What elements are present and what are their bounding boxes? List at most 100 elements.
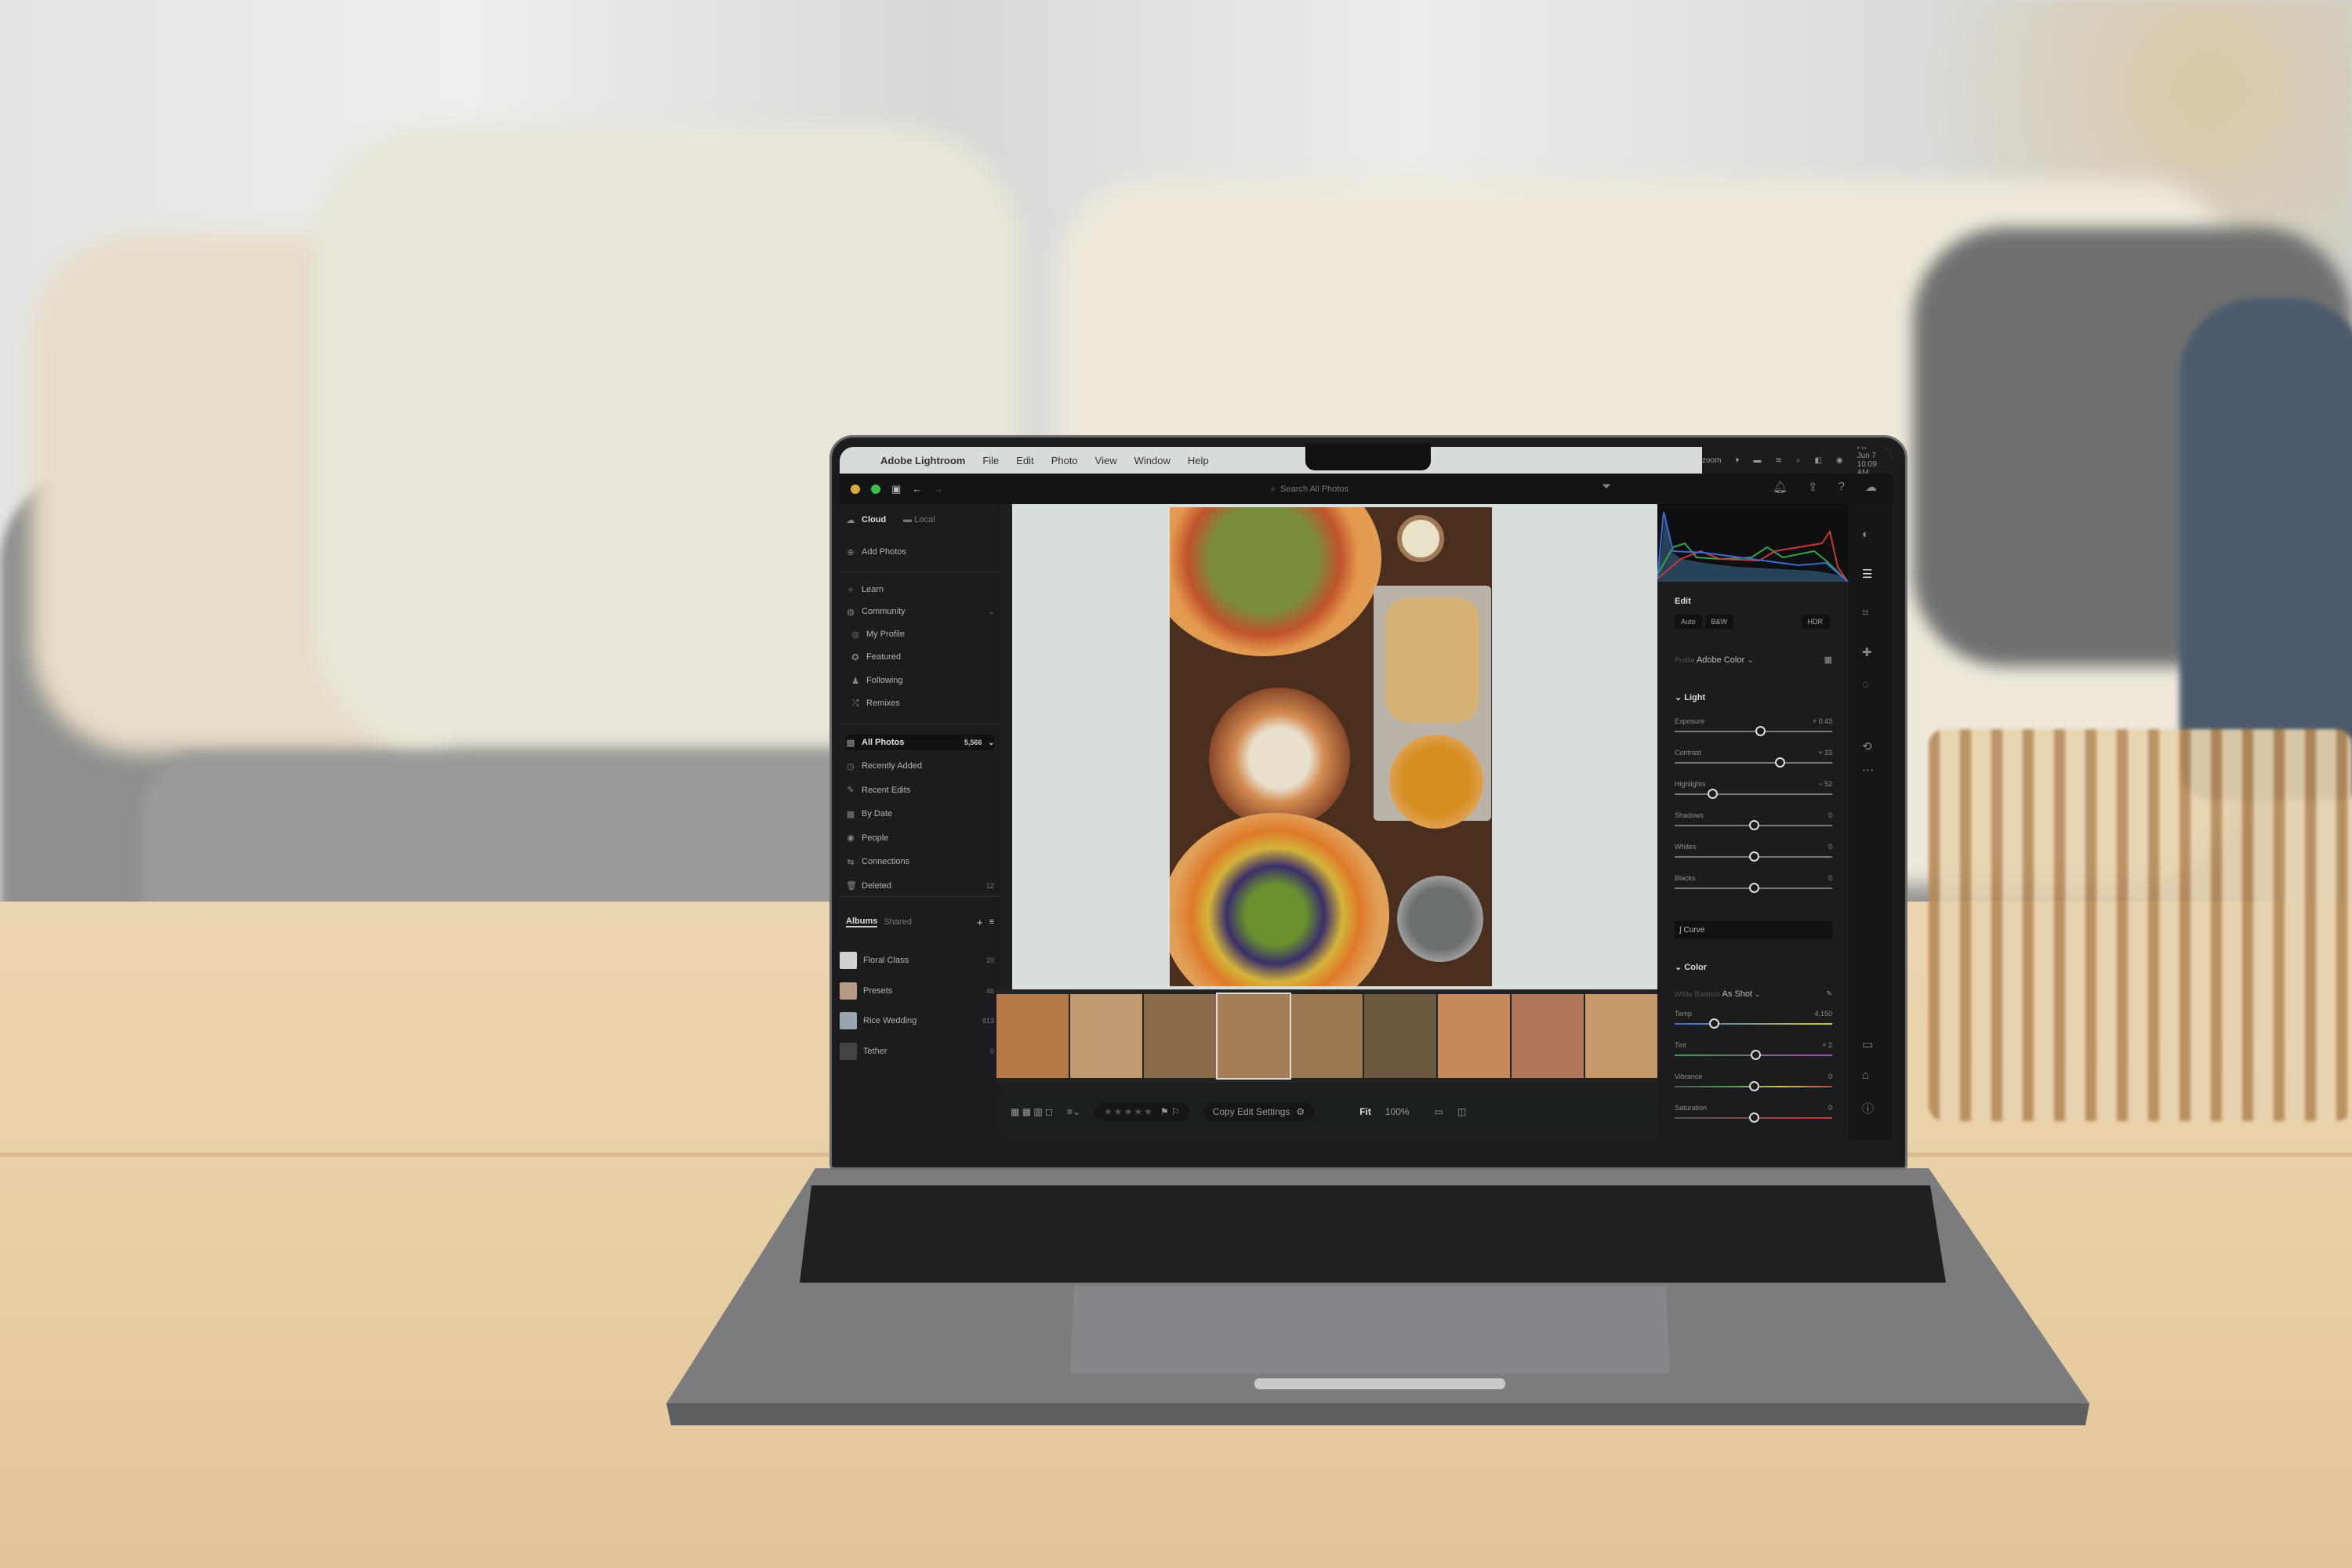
info-icon[interactable]: ⓘ: [1862, 1100, 1874, 1116]
menu-photo[interactable]: Photo: [1051, 455, 1078, 466]
photo-loupe-view[interactable]: [1012, 504, 1657, 989]
sidebar-item-featured[interactable]: ✪ Featured: [851, 649, 994, 665]
history-icon[interactable]: ⟲: [1862, 739, 1872, 753]
sidebar-item-my-profile[interactable]: ◎ My Profile: [851, 626, 994, 642]
slider-track[interactable]: [1675, 789, 1832, 799]
slider-track[interactable]: [1675, 851, 1832, 862]
zoom-window-button[interactable]: [871, 484, 880, 494]
slider-handle[interactable]: [1748, 883, 1759, 893]
search-icon[interactable]: ⌕: [1796, 456, 1801, 465]
filmstrip-thumb[interactable]: [1512, 994, 1584, 1078]
tag-icon[interactable]: ⌂: [1862, 1069, 1869, 1082]
slider-handle[interactable]: [1748, 851, 1759, 862]
sidebar-item-following[interactable]: ♟ Following: [851, 673, 994, 688]
share-icon[interactable]: ⇪: [1808, 480, 1818, 494]
flag-icons[interactable]: ⚑ ⚐: [1160, 1106, 1180, 1117]
slider-value[interactable]: − 52: [1818, 780, 1832, 788]
search-input[interactable]: ⌕ Search All Photos: [1255, 481, 1537, 498]
control-center-icon[interactable]: ◧: [1814, 456, 1821, 465]
slider-temp[interactable]: Temp 4,150: [1675, 1010, 1832, 1033]
sidebar-item-recently-added[interactable]: ◷ Recently Added: [846, 758, 994, 774]
album-item[interactable]: Presets 46: [840, 982, 994, 1000]
copy-edit-settings-button[interactable]: Copy Edit Settings: [1213, 1106, 1290, 1117]
minimize-button[interactable]: [851, 484, 860, 494]
light-section-header[interactable]: ⌄ Light: [1675, 692, 1832, 702]
slider-highlights[interactable]: Highlights − 52: [1675, 780, 1832, 804]
slider-value[interactable]: + 0.43: [1813, 717, 1832, 725]
menu-view[interactable]: View: [1095, 455, 1117, 466]
slider-track[interactable]: [1675, 820, 1832, 830]
add-photos-button[interactable]: ⊕ Add Photos: [846, 544, 994, 560]
auto-button[interactable]: Auto: [1675, 615, 1702, 629]
sidebar-item-connections[interactable]: ⇆ Connections: [846, 854, 994, 869]
zoom-level-select[interactable]: 100%: [1385, 1106, 1410, 1117]
sidebar-item-community[interactable]: ◍ Community ⌄: [846, 604, 994, 619]
filmstrip-thumb[interactable]: [1069, 994, 1142, 1078]
slider-track[interactable]: [1675, 1112, 1832, 1123]
food-photo[interactable]: [1170, 507, 1492, 986]
filmstrip-thumb[interactable]: [1290, 994, 1363, 1078]
hdr-button[interactable]: HDR: [1801, 615, 1829, 629]
tab-shared[interactable]: Shared: [884, 917, 911, 927]
forward-arrow-icon[interactable]: →: [933, 483, 943, 495]
slider-exposure[interactable]: Exposure + 0.43: [1675, 717, 1832, 741]
comment-icon[interactable]: ▭: [1862, 1037, 1873, 1051]
siri-icon[interactable]: ◉: [1836, 456, 1843, 465]
edit-sliders-icon[interactable]: ☰: [1862, 567, 1872, 581]
filmstrip-thumb[interactable]: [1438, 994, 1511, 1078]
profile-browser-icon[interactable]: ▦: [1824, 655, 1832, 665]
filmstrip-thumb-selected[interactable]: [1215, 993, 1291, 1080]
slider-track[interactable]: [1675, 1081, 1832, 1091]
back-arrow-icon[interactable]: ←: [912, 483, 922, 495]
grid-view-icons[interactable]: ▦ ▦ ▥ ◻: [1011, 1106, 1053, 1117]
tab-cloud[interactable]: ☁ Cloud ▬ Local: [846, 512, 994, 528]
slider-tint[interactable]: Tint + 2: [1675, 1041, 1832, 1065]
eyedropper-icon[interactable]: ✎: [1826, 989, 1832, 998]
crop-icon[interactable]: ⌗: [1862, 606, 1868, 619]
album-item[interactable]: Tether 0: [840, 1042, 994, 1060]
slider-value[interactable]: 4,150: [1814, 1010, 1832, 1018]
filmstrip-thumb[interactable]: [1585, 994, 1658, 1078]
menu-window[interactable]: Window: [1134, 455, 1171, 466]
sidebar-item-learn[interactable]: ✧ Learn: [846, 582, 994, 597]
slider-vibrance[interactable]: Vibrance 0: [1675, 1073, 1832, 1096]
bell-icon[interactable]: 🔔︎: [1773, 480, 1788, 494]
menu-help[interactable]: Help: [1188, 455, 1209, 466]
cloud-icon[interactable]: ☁: [1865, 480, 1877, 494]
app-menu[interactable]: Adobe Lightroom: [880, 455, 965, 466]
album-item[interactable]: Floral Class 20: [840, 952, 994, 969]
filter-icon[interactable]: ⏷: [1602, 480, 1611, 494]
sidebar-item-remixes[interactable]: ⤮ Remixes: [851, 695, 994, 711]
slider-handle[interactable]: [1774, 757, 1785, 768]
white-balance-select[interactable]: As Shot: [1722, 989, 1753, 999]
slider-value[interactable]: + 33: [1818, 749, 1832, 757]
album-item[interactable]: Rice Wedding 813: [840, 1012, 994, 1029]
star-rating[interactable]: ★★★★★: [1104, 1106, 1154, 1117]
compare-icon[interactable]: ◫: [1457, 1106, 1466, 1117]
slider-track[interactable]: [1675, 726, 1832, 736]
slider-track[interactable]: [1675, 1050, 1832, 1060]
slider-handle[interactable]: [1748, 1081, 1759, 1091]
panel-toggle-icon[interactable]: ▣: [891, 483, 901, 495]
wifi-icon[interactable]: ≋: [1775, 456, 1781, 465]
slider-whites[interactable]: Whites 0: [1675, 843, 1832, 866]
slider-value[interactable]: 0: [1828, 811, 1832, 819]
menu-edit[interactable]: Edit: [1016, 455, 1033, 466]
bw-button[interactable]: B&W: [1704, 615, 1734, 629]
slider-track[interactable]: [1675, 883, 1832, 893]
slider-contrast[interactable]: Contrast + 33: [1675, 749, 1832, 772]
sidebar-item-deleted[interactable]: 🗑︎ Deleted 12: [846, 878, 994, 894]
color-section-header[interactable]: ⌄ Color: [1675, 962, 1832, 972]
profile-select[interactable]: Adobe Color: [1697, 655, 1744, 665]
battery-icon[interactable]: ▬: [1753, 456, 1761, 465]
slider-value[interactable]: 0: [1828, 843, 1832, 851]
more-icon[interactable]: ⋯: [1862, 763, 1874, 777]
slider-value[interactable]: 0: [1828, 1073, 1832, 1080]
slider-handle[interactable]: [1708, 789, 1719, 799]
slider-handle[interactable]: [1750, 1050, 1761, 1060]
slider-handle[interactable]: [1748, 820, 1759, 830]
zoom-status[interactable]: zoom: [1702, 456, 1721, 465]
slider-handle[interactable]: [1755, 726, 1766, 736]
play-icon[interactable]: ⏵: [1735, 456, 1739, 465]
slider-blacks[interactable]: Blacks 0: [1675, 874, 1832, 898]
